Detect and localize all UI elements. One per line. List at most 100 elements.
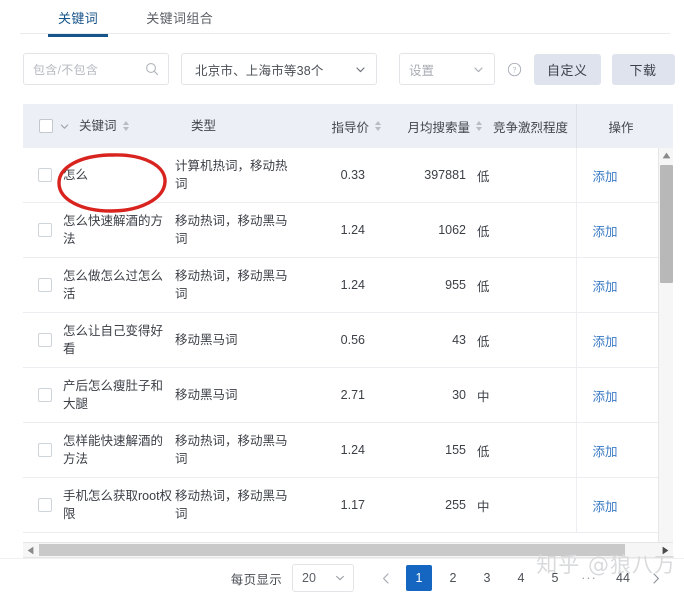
add-keyword-link[interactable]: 添加 <box>592 170 617 184</box>
table-row[interactable]: 怎么让自己变得好看 移动黑马词 0.56 43 低 添加 <box>23 313 673 368</box>
add-keyword-link[interactable]: 添加 <box>592 225 617 239</box>
select-all-checkbox[interactable] <box>39 119 53 133</box>
page-button-3[interactable]: 3 <box>474 565 500 591</box>
add-keyword-link[interactable]: 添加 <box>592 335 617 349</box>
cell-competition: 低 <box>477 444 490 459</box>
page-button-last[interactable]: 44 <box>610 565 636 591</box>
header-price-label: 指导价 <box>331 120 369 135</box>
row-action-divider <box>576 423 577 477</box>
table-horizontal-scrollbar[interactable] <box>23 542 673 558</box>
scroll-left-arrow-icon[interactable] <box>23 543 38 557</box>
horizontal-scrollbar-thumb[interactable] <box>39 544 625 556</box>
row-action-divider <box>576 148 577 202</box>
tab-keyword-label: 关键词 <box>58 11 99 26</box>
table-row[interactable]: 怎么做怎么过怎么活 移动热词，移动黑马词 1.24 955 低 添加 <box>23 258 673 313</box>
chevron-down-icon[interactable] <box>334 572 346 584</box>
action-column-divider <box>576 104 577 148</box>
table-vertical-scrollbar[interactable] <box>658 148 673 554</box>
row-checkbox[interactable] <box>38 168 52 182</box>
add-keyword-link[interactable]: 添加 <box>592 500 617 514</box>
table-row[interactable]: 怎样能快速解酒的方法 移动热词，移动黑马词 1.24 155 低 添加 <box>23 423 673 478</box>
add-keyword-link[interactable]: 添加 <box>592 280 617 294</box>
chevron-down-icon[interactable] <box>472 63 485 76</box>
search-icon[interactable] <box>145 62 159 76</box>
cell-competition: 低 <box>477 334 490 349</box>
cell-price: 0.33 <box>340 168 365 182</box>
keyword-planner-panel: 关键词 关键词组合 包含/不包含 北京市、上海市等38个 设置 ? 自定义 下载… <box>0 0 684 597</box>
header-volume[interactable]: 月均搜索量 <box>389 117 491 136</box>
sort-icon[interactable] <box>122 121 129 131</box>
search-input[interactable]: 包含/不包含 <box>23 53 169 85</box>
page-ellipsis[interactable]: ··· <box>576 565 602 591</box>
cell-price: 1.17 <box>340 498 365 512</box>
filter-toolbar: 包含/不包含 北京市、上海市等38个 设置 ? 自定义 下载 <box>0 46 684 92</box>
row-checkbox[interactable] <box>38 443 52 457</box>
row-select-cell <box>23 168 63 182</box>
row-checkbox[interactable] <box>38 333 52 347</box>
row-checkbox[interactable] <box>38 223 52 237</box>
add-keyword-link[interactable]: 添加 <box>592 445 617 459</box>
row-action-divider <box>576 478 577 532</box>
scroll-right-arrow-icon[interactable] <box>658 543 673 557</box>
cell-volume: 43 <box>452 333 466 347</box>
row-select-cell <box>23 333 63 347</box>
cell-price: 0.56 <box>340 333 365 347</box>
search-input-placeholder: 包含/不包含 <box>33 62 99 77</box>
sort-icon[interactable] <box>476 121 482 131</box>
add-keyword-link[interactable]: 添加 <box>592 390 617 404</box>
page-size-select[interactable]: 20 <box>292 564 354 592</box>
sort-icon[interactable] <box>375 121 381 131</box>
region-select[interactable]: 北京市、上海市等38个 <box>181 53 377 85</box>
header-keyword[interactable]: 关键词 <box>79 117 191 135</box>
table-row[interactable]: 怎么快速解酒的方法 移动热词，移动黑马词 1.24 1062 低 添加 <box>23 203 673 258</box>
header-action-label: 操作 <box>608 120 634 135</box>
page-button-1[interactable]: 1 <box>406 565 432 591</box>
cell-price: 2.71 <box>340 388 365 402</box>
row-action-divider <box>576 258 577 312</box>
row-select-cell <box>23 278 63 292</box>
tab-bar: 关键词 关键词组合 <box>0 0 684 37</box>
settings-select[interactable]: 设置 <box>399 53 495 85</box>
header-price[interactable]: 指导价 <box>311 117 389 136</box>
table-row[interactable]: 产后怎么瘦肚子和大腿 移动黑马词 2.71 30 中 添加 <box>23 368 673 423</box>
cell-keyword: 怎么 <box>63 167 89 182</box>
cell-action: 添加 <box>557 496 653 515</box>
page-button-2[interactable]: 2 <box>440 565 466 591</box>
row-checkbox[interactable] <box>38 388 52 402</box>
prev-page-button[interactable] <box>376 565 396 591</box>
page-list: 1 2 3 4 5 ··· 44 <box>370 565 672 591</box>
cell-volume: 255 <box>445 498 466 512</box>
question-circle-icon[interactable]: ? <box>507 62 522 77</box>
cell-keyword: 怎么让自己变得好看 <box>63 323 164 356</box>
page-button-4[interactable]: 4 <box>508 565 534 591</box>
scroll-up-arrow-icon[interactable] <box>659 148 673 163</box>
cell-competition: 低 <box>477 169 490 184</box>
header-type: 类型 <box>191 117 311 135</box>
header-action: 操作 <box>573 117 669 136</box>
table-row[interactable]: 怎么 计算机热词，移动热词 0.33 397881 低 添加 <box>23 148 673 203</box>
cell-price: 1.24 <box>340 223 365 237</box>
tab-keyword-combination[interactable]: 关键词组合 <box>136 0 223 36</box>
cell-keyword: 怎样能快速解酒的方法 <box>63 433 164 466</box>
tab-keyword-combination-label: 关键词组合 <box>146 11 214 26</box>
row-checkbox[interactable] <box>38 498 52 512</box>
row-action-divider <box>576 313 577 367</box>
row-action-divider <box>576 203 577 257</box>
cell-type: 移动热词，移动黑马词 <box>175 213 288 246</box>
customize-button[interactable]: 自定义 <box>534 53 601 85</box>
row-checkbox[interactable] <box>38 278 52 292</box>
cell-action: 添加 <box>557 221 653 240</box>
keyword-table: 关键词 类型 指导价 月均搜索量 竞争激烈程度 操作 怎么 计算机热词，移动热词… <box>23 104 673 554</box>
vertical-scrollbar-thumb[interactable] <box>660 165 673 283</box>
cell-keyword: 手机怎么获取root权限 <box>63 488 173 521</box>
tab-keyword[interactable]: 关键词 <box>48 0 109 37</box>
chevron-down-icon[interactable] <box>59 121 70 132</box>
table-header-row: 关键词 类型 指导价 月均搜索量 竞争激烈程度 操作 <box>23 104 673 148</box>
cell-competition: 中 <box>477 499 490 514</box>
next-page-button[interactable] <box>646 565 666 591</box>
page-button-5[interactable]: 5 <box>542 565 568 591</box>
chevron-down-icon[interactable] <box>354 63 367 76</box>
cell-competition: 低 <box>477 279 490 294</box>
download-button[interactable]: 下载 <box>611 53 675 85</box>
table-row[interactable]: 手机怎么获取root权限 移动热词，移动黑马词 1.17 255 中 添加 <box>23 478 673 533</box>
